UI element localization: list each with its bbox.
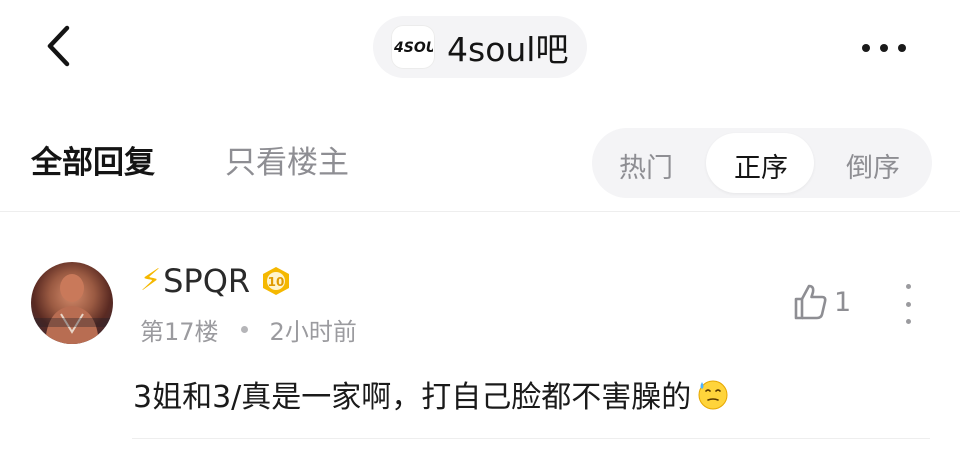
username[interactable]: SPQR [163,262,250,300]
sort-hot[interactable]: 热门 [619,146,673,185]
tab-all-replies[interactable]: 全部回复 [31,137,155,182]
floor-number: 第17楼 [140,318,219,346]
tab-owner-only[interactable]: 只看楼主 [225,137,349,182]
sweat-smile-emoji [698,380,728,410]
post-text: 3姐和3/真是一家啊，打自己脸都不害臊的 [133,380,692,415]
author-row[interactable]: ⚡ SPQR 10 [140,262,292,300]
back-button[interactable] [30,18,86,74]
post-content: 3姐和3/真是一家啊，打自己脸都不害臊的 [133,372,729,416]
svg-text:10: 10 [268,275,285,289]
chevron-left-icon [47,25,70,67]
level-badge: 10 [263,267,290,295]
like-count: 1 [834,286,852,318]
avatar[interactable] [31,262,113,344]
divider [0,211,960,212]
post-more-button[interactable] [900,284,916,324]
more-vertical-icon [905,284,911,289]
separator-dot [240,326,248,333]
lightning-icon: ⚡ [140,263,162,298]
post-meta: 第17楼 2小时前 [140,312,357,347]
sort-descending[interactable]: 倒序 [846,146,900,185]
sort-ascending[interactable]: 正序 [734,146,788,185]
forum-logo: 4SOUL [391,25,435,69]
thumbs-up-icon [794,284,827,320]
more-horizontal-icon [862,44,870,52]
forum-title-pill[interactable]: 4SOUL 4soul吧 [373,16,587,78]
post-time: 2小时前 [269,318,357,346]
like-button[interactable]: 1 [790,282,851,322]
forum-name: 4soul吧 [447,30,569,69]
svg-text:4SOUL: 4SOUL [393,40,433,56]
more-button[interactable] [856,26,912,70]
divider [132,438,930,439]
